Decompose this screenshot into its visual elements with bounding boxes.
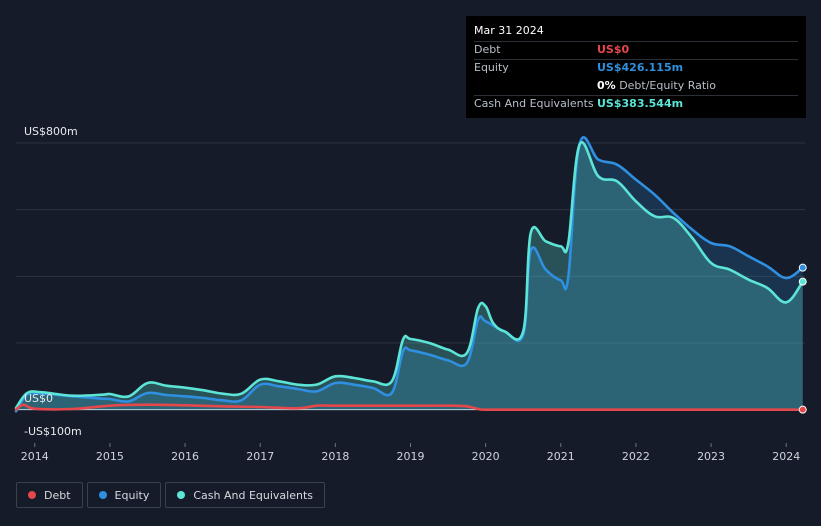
y-tick-label: US$0 bbox=[24, 392, 53, 405]
equity-endpoint bbox=[798, 263, 807, 272]
x-tick-label: 2019 bbox=[397, 450, 425, 463]
tooltip-row-equity: Equity US$426.115m bbox=[474, 59, 798, 77]
y-tick-label: US$800m bbox=[24, 125, 78, 138]
tooltip-debt-label: Debt bbox=[474, 43, 501, 56]
tooltip-equity-label: Equity bbox=[474, 61, 509, 74]
cash-dot-icon bbox=[177, 491, 186, 499]
legend-label-debt: Debt bbox=[44, 488, 71, 502]
tooltip-cash-value: US$383.544m bbox=[597, 97, 684, 110]
x-tick-label: 2022 bbox=[622, 450, 650, 463]
x-tick-label: 2014 bbox=[21, 450, 49, 463]
debt-endpoint bbox=[798, 405, 807, 414]
chart-series bbox=[14, 136, 805, 413]
x-tick-label: 2021 bbox=[547, 450, 575, 463]
x-axis-labels: 2014 2015 2016 2017 2018 2019 2020 2021 2022 2023… bbox=[21, 443, 800, 463]
tooltip-row-ratio: 0% Debt/Equity Ratio bbox=[474, 77, 798, 95]
tooltip-row-cash: Cash And Equivalents US$383.544m bbox=[474, 95, 798, 113]
tooltip-cash-label: Cash And Equivalents bbox=[474, 97, 594, 110]
legend-label-equity: Equity bbox=[114, 488, 150, 502]
tooltip-date: Mar 31 2024 bbox=[474, 24, 544, 37]
x-tick-label: 2020 bbox=[472, 450, 500, 463]
tooltip-equity-value: US$426.115m bbox=[597, 61, 684, 74]
x-tick-label: 2017 bbox=[246, 450, 274, 463]
y-tick-label: -US$100m bbox=[24, 425, 82, 438]
legend-item-debt[interactable]: Debt bbox=[16, 482, 83, 508]
x-tick-label: 2016 bbox=[171, 450, 199, 463]
legend-item-cash[interactable]: Cash And Equivalents bbox=[165, 482, 325, 508]
chart-legend: Debt Equity Cash And Equivalents bbox=[16, 482, 325, 510]
tooltip-panel: Mar 31 2024 Debt US$0 Equity US$426.115m… bbox=[466, 16, 806, 118]
legend-label-cash: Cash And Equivalents bbox=[193, 488, 313, 502]
x-tick-label: 2015 bbox=[96, 450, 124, 463]
debt-dot-icon bbox=[28, 491, 36, 499]
x-tick-label: 2024 bbox=[772, 450, 800, 463]
tooltip-ratio-label: Debt/Equity Ratio bbox=[619, 79, 716, 92]
tooltip-ratio-value: 0% bbox=[597, 79, 616, 92]
y-axis-labels: US$800m US$0 -US$100m bbox=[24, 125, 82, 438]
tooltip-debt-value: US$0 bbox=[597, 43, 630, 56]
tooltip-row-debt: Debt US$0 bbox=[474, 41, 798, 59]
equity-dot-icon bbox=[98, 491, 107, 499]
legend-item-equity[interactable]: Equity bbox=[86, 482, 162, 508]
x-tick-label: 2018 bbox=[321, 450, 349, 463]
x-tick-label: 2023 bbox=[697, 450, 725, 463]
cash-endpoint bbox=[798, 277, 807, 286]
